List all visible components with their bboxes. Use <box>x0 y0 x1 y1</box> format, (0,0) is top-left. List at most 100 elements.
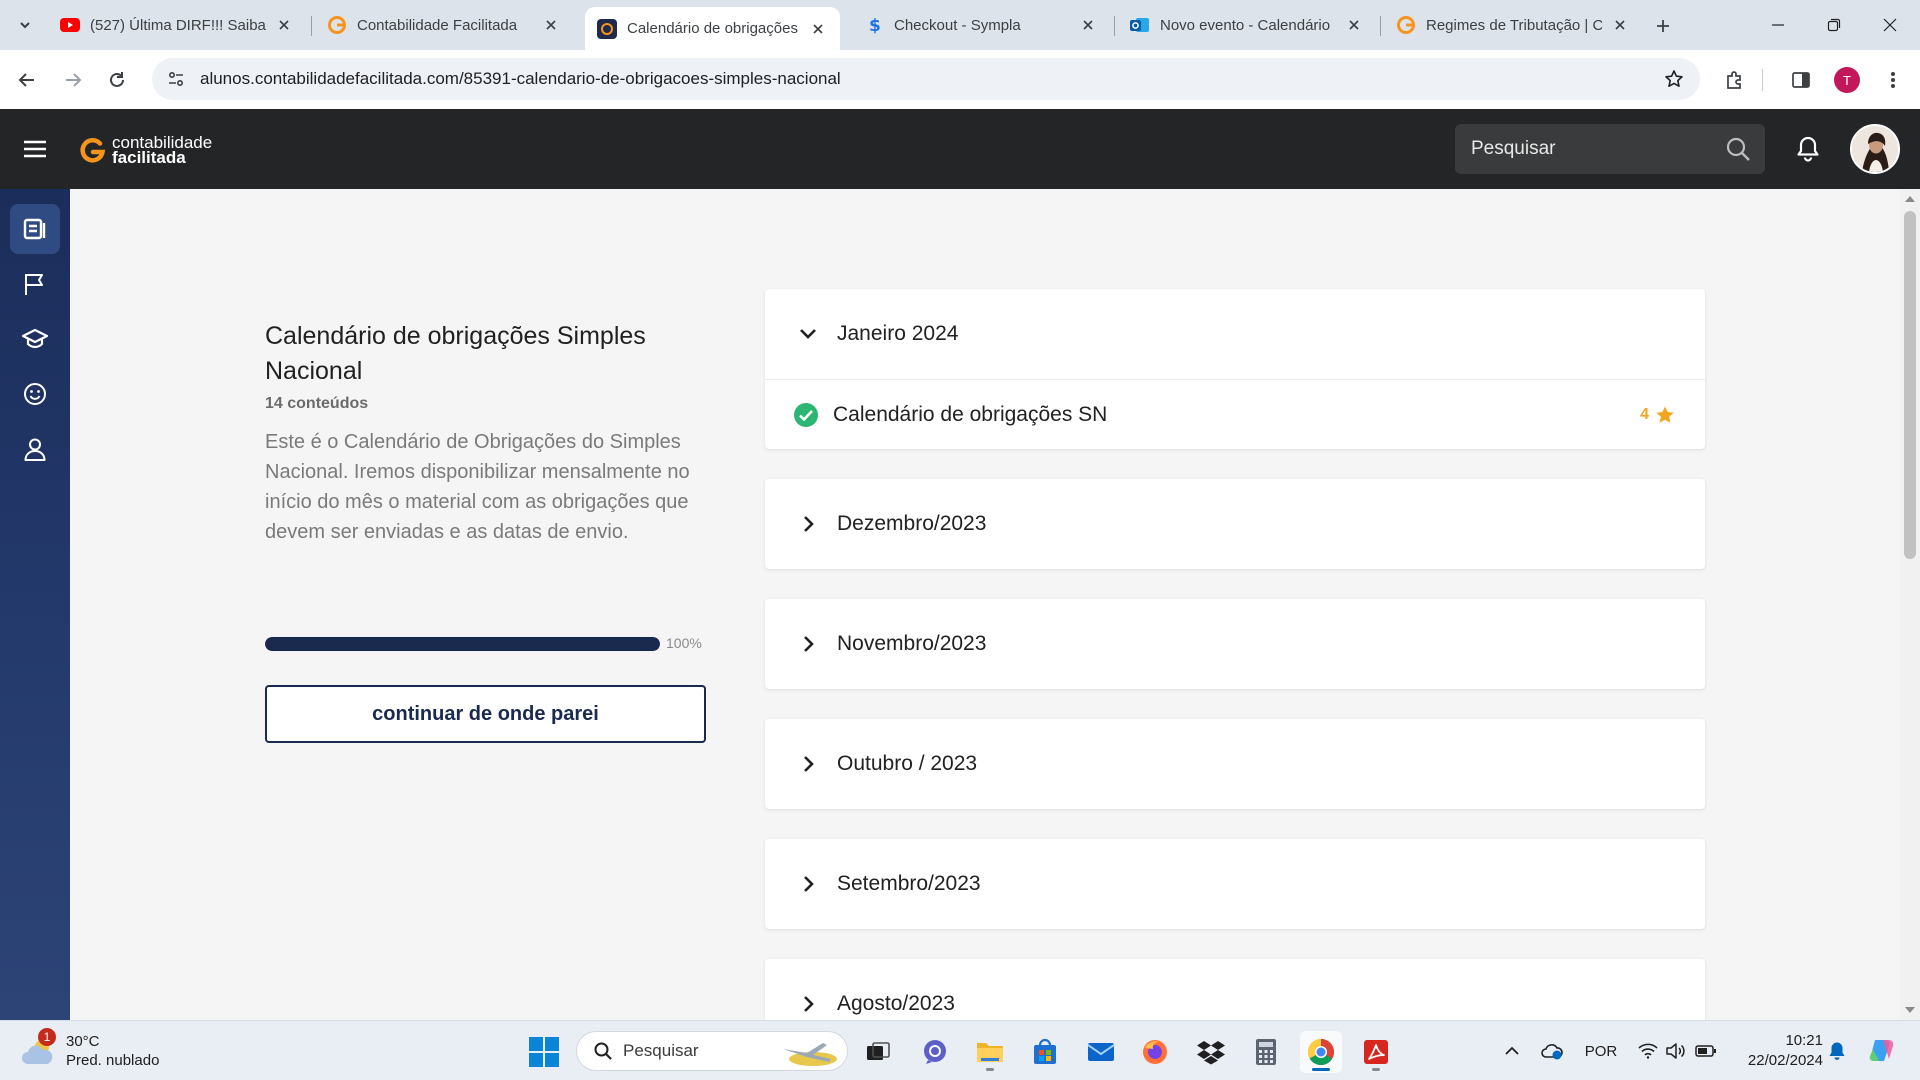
mail-icon <box>1087 1043 1115 1061</box>
browser-tab[interactable]: Contabilidade Facilitada <box>315 7 573 43</box>
module-title: Novembro/2023 <box>837 632 987 655</box>
close-icon[interactable] <box>541 15 561 35</box>
clock-time: 10:21 <box>1785 1032 1823 1049</box>
scrollbar-thumb[interactable] <box>1904 211 1916 559</box>
weather-temperature: 30°C <box>66 1033 100 1050</box>
taskbar-firefox[interactable] <box>1134 1031 1176 1073</box>
side-panel-button[interactable] <box>1784 63 1818 97</box>
taskbar-search[interactable]: Pesquisar <box>576 1031 848 1071</box>
start-button[interactable] <box>527 1035 561 1069</box>
taskbar-chrome[interactable] <box>1300 1031 1342 1073</box>
browser-tab-active[interactable]: Calendário de obrigações S <box>585 7 840 50</box>
tray-wifi[interactable] <box>1636 1039 1660 1063</box>
running-indicator <box>1372 1068 1380 1071</box>
scroll-down-arrow-icon[interactable] <box>1900 1004 1920 1016</box>
rail-item-courses[interactable] <box>10 314 60 364</box>
close-window-button[interactable] <box>1862 0 1918 50</box>
module-header[interactable]: Novembro/2023 <box>765 599 1705 689</box>
close-icon[interactable] <box>1610 15 1630 35</box>
page-scrollbar[interactable] <box>1900 189 1920 1020</box>
taskbar-teams[interactable] <box>914 1031 956 1073</box>
bookmark-star-icon[interactable] <box>1656 61 1692 97</box>
taskbar-clock[interactable]: 10:21 22/02/2024 <box>1733 1031 1823 1071</box>
extensions-button[interactable] <box>1718 63 1752 97</box>
tray-notifications[interactable] <box>1824 1039 1850 1063</box>
bell-icon <box>1829 1042 1845 1060</box>
taskbar-acrobat[interactable] <box>1355 1031 1397 1073</box>
smiley-icon <box>24 383 46 405</box>
reload-button[interactable] <box>100 63 134 97</box>
site-logo[interactable]: contabilidade facilitada <box>78 133 212 167</box>
cloud-sync-icon <box>1541 1044 1563 1060</box>
continue-button[interactable]: continuar de onde parei <box>265 685 706 743</box>
module-header[interactable]: Setembro/2023 <box>765 839 1705 929</box>
tray-onedrive[interactable] <box>1538 1039 1566 1063</box>
reload-icon <box>110 72 124 87</box>
scroll-up-arrow-icon[interactable] <box>1900 193 1920 205</box>
site-search <box>1455 124 1765 174</box>
new-tab-button[interactable] <box>1650 13 1676 39</box>
taskbar-dropbox[interactable] <box>1190 1031 1232 1073</box>
module-header[interactable]: Agosto/2023 <box>765 959 1705 1020</box>
browser-tab-strip: (527) Última DIRF!!! Saiba c Contabilida… <box>0 0 1920 50</box>
tab-search-button[interactable] <box>10 11 40 39</box>
arrow-left-icon <box>18 73 34 87</box>
browser-tab[interactable]: (527) Última DIRF!!! Saiba c <box>48 7 306 43</box>
close-icon[interactable] <box>1078 15 1098 35</box>
module-title: Janeiro 2024 <box>837 322 959 345</box>
store-icon <box>1034 1038 1056 1064</box>
more-vertical-icon <box>1891 72 1895 88</box>
taskbar-task-view[interactable] <box>857 1031 899 1073</box>
browser-menu-button[interactable] <box>1876 63 1910 97</box>
address-bar[interactable]: alunos.contabilidadefacilitada.com/85391… <box>152 58 1700 100</box>
rail-item-community[interactable] <box>10 369 60 419</box>
module-card: Outubro / 2023 <box>765 719 1705 809</box>
rail-item-profile[interactable] <box>10 424 60 474</box>
search-input[interactable] <box>1455 138 1716 160</box>
course-main: Calendário de obrigações Simples Naciona… <box>70 189 1900 1020</box>
module-header[interactable]: Dezembro/2023 <box>765 479 1705 569</box>
browser-tab[interactable]: Regimes de Tributação | CC <box>1384 7 1642 43</box>
module-header[interactable]: Outubro / 2023 <box>765 719 1705 809</box>
close-icon[interactable] <box>1344 15 1364 35</box>
minimize-button[interactable] <box>1750 0 1806 50</box>
module-header[interactable]: Janeiro 2024 <box>765 289 1705 379</box>
profile-button[interactable]: T <box>1830 63 1864 97</box>
taskbar-calculator[interactable] <box>1245 1031 1287 1073</box>
firefox-icon <box>1143 1040 1167 1064</box>
rail-item-contents[interactable] <box>10 204 60 254</box>
notifications-button[interactable] <box>1792 133 1824 165</box>
search-icon[interactable] <box>1716 127 1759 171</box>
chevron-down-icon <box>793 319 823 349</box>
clock-date: 22/02/2024 <box>1747 1052 1823 1069</box>
show-hidden-icons-button[interactable] <box>1500 1039 1524 1063</box>
browser-tab[interactable]: $ Checkout - Sympla <box>852 7 1110 43</box>
tray-battery[interactable] <box>1694 1039 1718 1063</box>
taskbar-search-label: Pesquisar <box>623 1041 699 1060</box>
search-highlight-illustration-icon <box>783 1043 837 1066</box>
module-title: Setembro/2023 <box>837 872 981 895</box>
back-button[interactable] <box>10 63 44 97</box>
bell-icon <box>1797 136 1819 162</box>
taskbar-file-explorer[interactable] <box>969 1031 1011 1073</box>
menu-button[interactable] <box>20 135 50 163</box>
taskbar-store[interactable] <box>1024 1031 1066 1073</box>
rail-item-missions[interactable] <box>10 259 60 309</box>
module-title: Agosto/2023 <box>837 992 955 1015</box>
browser-tab[interactable]: Novo evento - Calendário <box>1118 7 1376 43</box>
lesson-row[interactable]: Calendário de obrigações SN 4 <box>765 379 1705 449</box>
user-avatar[interactable] <box>1850 124 1900 174</box>
taskbar-mail[interactable] <box>1080 1031 1122 1073</box>
wifi-icon <box>1638 1043 1658 1059</box>
close-icon[interactable] <box>808 19 828 39</box>
tray-copilot[interactable] <box>1864 1035 1900 1067</box>
module-card: Janeiro 2024 Calendário de obrigações SN… <box>765 289 1705 449</box>
site-header: contabilidade facilitada <box>0 109 1920 189</box>
tray-language[interactable]: POR <box>1578 1039 1624 1063</box>
tray-volume[interactable] <box>1664 1039 1688 1063</box>
forward-button[interactable] <box>56 63 90 97</box>
close-icon[interactable] <box>274 15 294 35</box>
site-info-icon[interactable] <box>158 61 194 97</box>
course-progress-bar <box>265 637 660 651</box>
restore-button[interactable] <box>1806 0 1862 50</box>
